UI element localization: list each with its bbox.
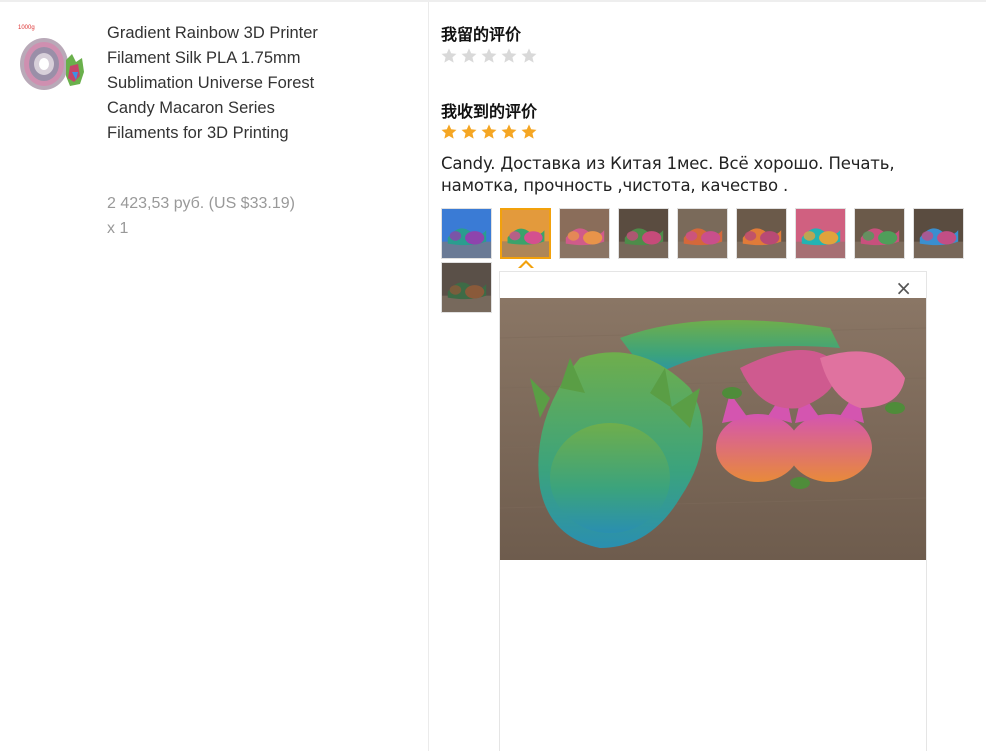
star-empty-icon	[441, 48, 457, 63]
photo-1-axolotl-rainbow	[442, 209, 491, 258]
received-review-title: 我收到的评价	[441, 102, 538, 121]
star-filled-icon	[521, 124, 537, 139]
product-price: 2 423,53 руб. (US $33.19)	[107, 195, 295, 212]
star-filled-icon	[461, 124, 477, 139]
photo-3-foxes-pink	[560, 209, 609, 258]
preview-photo[interactable]	[500, 298, 926, 560]
review-photo-thumbnail[interactable]	[677, 208, 728, 259]
review-photo-thumbnail[interactable]	[500, 208, 551, 259]
review-photo-thumbnail[interactable]	[441, 262, 492, 313]
axolotl-and-fox-prints-photo	[500, 298, 926, 560]
review-photo-thumbnail[interactable]	[736, 208, 787, 259]
photo-preview-panel: ×	[499, 271, 927, 751]
star-filled-icon	[481, 124, 497, 139]
svg-text:1000g: 1000g	[18, 25, 35, 31]
photo-7-teal-box	[796, 209, 845, 258]
close-icon[interactable]: ×	[895, 278, 912, 298]
my-review-rating	[440, 47, 538, 69]
product-title[interactable]: Gradient Rainbow 3D Printer Filament Sil…	[107, 21, 322, 146]
product-image[interactable]: 1000g	[16, 22, 88, 94]
star-empty-icon	[501, 48, 517, 63]
review-photo-thumbnail[interactable]	[795, 208, 846, 259]
star-empty-icon	[461, 48, 477, 63]
star-filled-icon	[501, 124, 517, 139]
photo-4-dragon-green	[619, 209, 668, 258]
star-empty-icon	[481, 48, 497, 63]
review-photo-thumbnail[interactable]	[913, 208, 964, 259]
photo-9-dragon-blue	[914, 209, 963, 258]
photo-8-dragons-mixed	[855, 209, 904, 258]
photo-5-dragons-row	[678, 209, 727, 258]
review-photo-thumbnail[interactable]	[559, 208, 610, 259]
star-filled-icon	[441, 124, 457, 139]
product-quantity: x 1	[107, 220, 129, 237]
my-review-title: 我留的评价	[441, 25, 522, 44]
photo-2-axolotl-green-fox	[502, 210, 549, 257]
review-photo-thumbnail[interactable]	[854, 208, 905, 259]
review-photo-thumbnail[interactable]	[441, 208, 492, 259]
review-text: Candy. Доставка из Китая 1мес. Всё хорош…	[441, 154, 895, 195]
received-review-rating	[440, 123, 538, 145]
star-empty-icon	[521, 48, 537, 63]
photo-10-dragon-dark	[442, 263, 491, 312]
column-divider	[428, 2, 429, 751]
photo-6-dragons-orange	[737, 209, 786, 258]
filament-spool-image: 1000g	[16, 22, 88, 94]
top-border	[0, 0, 986, 2]
selected-photo-pointer-inner	[520, 263, 532, 269]
review-photo-thumbnail[interactable]	[618, 208, 669, 259]
